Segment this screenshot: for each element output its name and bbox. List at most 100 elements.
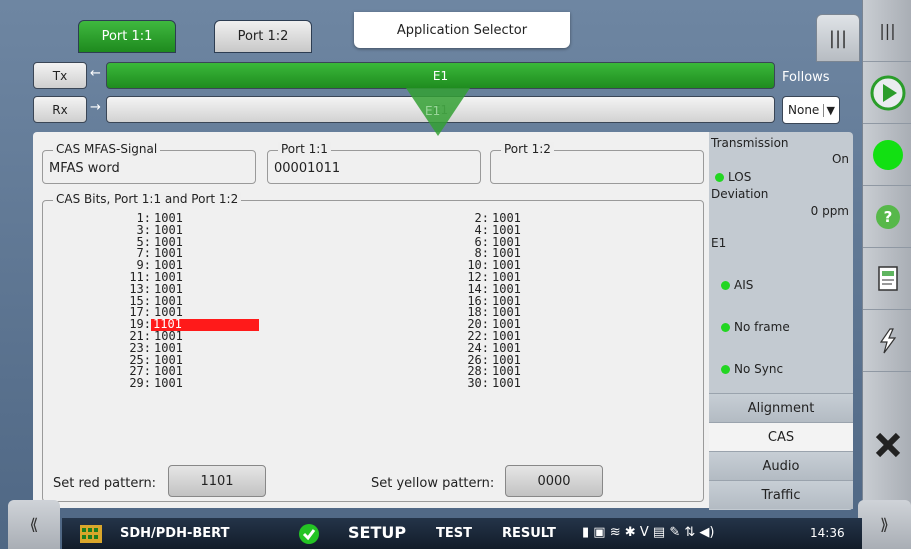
cas-bits-left-column: 1: 1001 3: 1001 5: 1001 7: 1001 9: 1001 11: 1001 13:… xyxy=(125,212,259,391)
rx-arrow-icon: → xyxy=(90,100,101,115)
screen-icon: ▤ xyxy=(652,525,666,540)
cas-bit-value: 1001 xyxy=(154,376,183,391)
status-dot-icon xyxy=(715,173,724,182)
follows-select[interactable]: None ▼ xyxy=(782,96,840,124)
ais-indicator: AIS xyxy=(721,278,753,292)
follows-label: Follows xyxy=(782,70,830,85)
ais-label: AIS xyxy=(734,278,754,292)
tx-button[interactable]: Tx xyxy=(33,62,87,89)
side-tab-cas[interactable]: CAS xyxy=(709,422,853,451)
status-dot-icon xyxy=(721,323,730,332)
red-pattern-label: Set red pattern: xyxy=(53,476,157,491)
error-inject-button[interactable] xyxy=(863,310,911,372)
cas-bit-row: 29: 1001 xyxy=(125,376,259,391)
app-name: SDH/PDH-BERT xyxy=(120,526,230,541)
cas-main-panel: CAS MFAS-Signal MFAS word Port 1:1 00001… xyxy=(33,132,713,508)
result-tab[interactable]: RESULT xyxy=(502,526,556,541)
port-1-1-group: Port 1:1 00001011 xyxy=(267,142,481,184)
tab-label: Port 1:1 xyxy=(101,29,153,44)
no-sync-indicator: No Sync xyxy=(721,362,783,376)
side-tab-label: Alignment xyxy=(747,400,815,416)
los-indicator: LOS xyxy=(715,170,751,184)
nav-left-button[interactable]: ⟪ xyxy=(8,500,60,549)
no-frame-indicator: No frame xyxy=(721,320,790,334)
mfas-word-value: MFAS word xyxy=(49,161,120,176)
menu-tab-button[interactable]: ||| xyxy=(816,14,860,62)
menu-button[interactable]: ||| xyxy=(863,0,911,62)
speaker-icon: ◀) xyxy=(699,525,715,540)
pointer-label: E1 xyxy=(425,104,441,118)
chevron-left-icon: ⟪ xyxy=(29,515,39,534)
los-label: LOS xyxy=(728,170,752,184)
tab-port-1-1[interactable]: Port 1:1 xyxy=(78,20,176,53)
battery-plug-icon: ▮ xyxy=(582,525,590,540)
follows-value: None xyxy=(788,103,820,117)
rx-button[interactable]: Rx xyxy=(33,96,87,123)
deviation-label: Deviation xyxy=(711,187,769,201)
tx-arrow-icon: ← xyxy=(90,66,101,81)
tab-label: Port 1:2 xyxy=(237,29,289,44)
status-dot-icon xyxy=(721,281,730,290)
port-1-1-value: 00001011 xyxy=(274,161,341,176)
transmission-label: Transmission xyxy=(711,136,789,150)
e1-label: E1 xyxy=(711,236,727,250)
side-tab-label: CAS xyxy=(767,429,795,445)
deviation-value: 0 ppm xyxy=(810,204,849,218)
bluetooth-icon: ✱ xyxy=(624,525,636,540)
close-icon xyxy=(875,432,900,458)
status-led-button[interactable] xyxy=(863,124,911,186)
nav-right-button[interactable]: ⟫ xyxy=(858,500,911,549)
group-legend: Port 1:1 xyxy=(278,142,331,156)
red-pattern-value: 1101 xyxy=(200,473,234,489)
tx-signal-bar[interactable]: E1 xyxy=(106,62,775,89)
rx-label: Rx xyxy=(52,102,68,117)
caret-down-icon: ▼ xyxy=(822,104,835,117)
cas-bit-value: 1001 xyxy=(492,376,521,391)
side-tab-label: Audio xyxy=(762,458,800,474)
cas-bit-number: 30: xyxy=(467,376,489,391)
report-button[interactable] xyxy=(863,248,911,310)
tab-port-1-2[interactable]: Port 1:2 xyxy=(214,20,312,53)
clock: 14:36 xyxy=(810,526,845,540)
transmission-value: On xyxy=(831,152,849,166)
yellow-pattern-label: Set yellow pattern: xyxy=(371,476,495,491)
cas-bit-number: 29: xyxy=(129,376,151,391)
report-icon xyxy=(877,265,898,291)
no-sync-label: No Sync xyxy=(734,362,784,376)
tx-signal-label: E1 xyxy=(432,68,449,83)
usb-icon: ✎ xyxy=(669,525,681,540)
port-1-2-group: Port 1:2 xyxy=(490,142,704,184)
cas-mfas-signal-group: CAS MFAS-Signal MFAS word xyxy=(42,142,256,184)
status-led-icon xyxy=(872,139,903,170)
close-button[interactable] xyxy=(863,410,911,480)
vnc-icon: V xyxy=(639,525,649,540)
start-button[interactable] xyxy=(863,62,911,124)
menu-icon: ||| xyxy=(828,27,848,49)
status-panel: Transmission On LOS Deviation 0 ppm E1 A… xyxy=(709,132,853,510)
play-icon xyxy=(870,75,905,110)
side-tab-traffic[interactable]: Traffic xyxy=(709,480,853,509)
group-legend: CAS MFAS-Signal xyxy=(53,142,161,156)
group-legend: CAS Bits, Port 1:1 and Port 1:2 xyxy=(53,192,242,206)
side-tab-alignment[interactable]: Alignment xyxy=(709,393,853,422)
cas-bits-right-column: 2: 1001 4: 1001 6: 1001 8: 1001 10: 1001 12: 1001 14… xyxy=(463,212,521,391)
setup-tab[interactable]: SETUP xyxy=(348,523,406,542)
yellow-pattern-button[interactable]: 0000 xyxy=(505,465,603,497)
chevron-right-icon: ⟫ xyxy=(880,515,889,534)
lightning-icon xyxy=(879,327,896,353)
application-selector-button[interactable]: Application Selector xyxy=(354,12,570,48)
svg-text:?: ? xyxy=(883,208,892,226)
red-pattern-button[interactable]: 1101 xyxy=(168,465,266,497)
app-icon xyxy=(80,525,102,543)
yellow-pattern-value: 0000 xyxy=(537,473,571,489)
check-icon xyxy=(299,524,319,544)
help-button[interactable]: ? xyxy=(863,186,911,248)
cas-bit-row: 30: 1001 xyxy=(463,376,521,391)
menu-icon: ||| xyxy=(879,21,896,40)
side-tab-audio[interactable]: Audio xyxy=(709,451,853,480)
no-frame-label: No frame xyxy=(734,320,790,334)
tx-label: Tx xyxy=(52,68,68,83)
transfer-icon: ⇅ xyxy=(684,525,696,540)
network-icon: ▣ xyxy=(593,525,606,540)
test-tab[interactable]: TEST xyxy=(436,526,472,541)
